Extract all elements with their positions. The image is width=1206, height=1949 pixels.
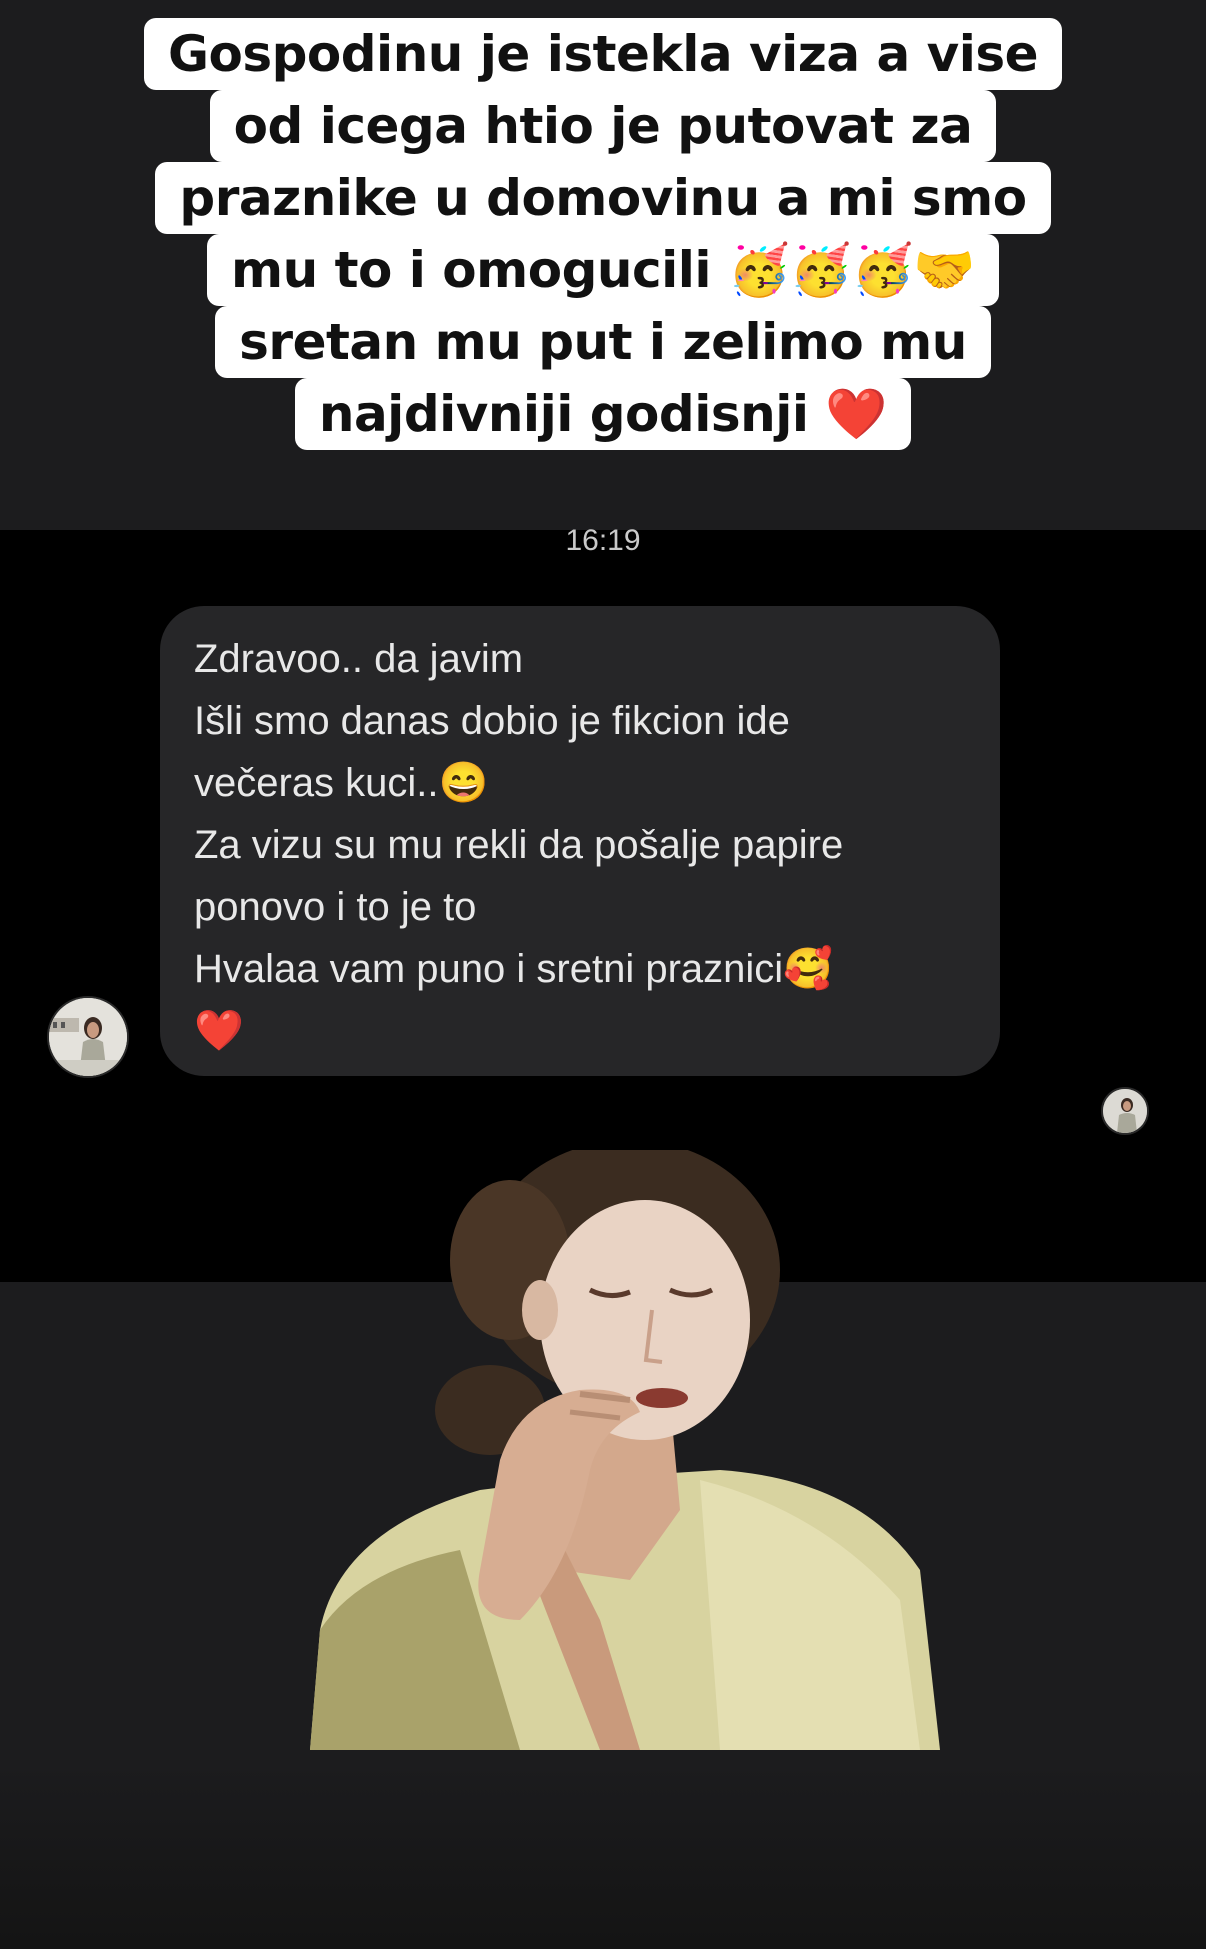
avatar-photo-icon bbox=[49, 998, 127, 1076]
partying-face-icon: 🥳 bbox=[727, 241, 790, 299]
heart-icon: ❤️ bbox=[825, 385, 888, 443]
heart-icon: ❤️ bbox=[194, 1009, 244, 1053]
caption-line-6-text: najdivniji godisnji bbox=[318, 385, 809, 443]
message-line-1: Zdravoo.. da javim bbox=[194, 637, 524, 681]
message-line-6-text: Hvalaa vam puno i sretni praznici bbox=[194, 947, 784, 991]
message-timestamp: 16:19 bbox=[565, 524, 641, 557]
story-background-fade bbox=[0, 1760, 1206, 1949]
caption-line-3: praznike u domovinu a mi smo bbox=[155, 162, 1051, 234]
caption-line-4: mu to i omogucili 🥳🥳🥳🤝 bbox=[206, 234, 1000, 306]
message-line-5: ponovo i to je to bbox=[194, 885, 477, 929]
caption-line-5: sretan mu put i zelimo mu bbox=[215, 306, 991, 378]
partying-face-icon: 🥳 bbox=[851, 241, 914, 299]
seen-avatar bbox=[1101, 1087, 1149, 1135]
caption-line-1: Gospodinu je istekla viza a vise bbox=[143, 18, 1063, 90]
caption-line-4-text: mu to i omogucili bbox=[230, 241, 712, 299]
message-line-4: Za vizu su mu rekli da pošalje papire bbox=[194, 823, 844, 867]
caption-line-6: najdivniji godisnji ❤️ bbox=[294, 378, 912, 450]
partying-face-icon: 🥳 bbox=[789, 241, 852, 299]
message-line-3: večeras kuci..😄 bbox=[194, 752, 970, 814]
seen-avatar-photo-icon bbox=[1103, 1089, 1147, 1133]
incoming-message-bubble[interactable]: Zdravoo.. da javim Išli smo danas dobio … bbox=[160, 606, 1000, 1076]
message-line-6: Hvalaa vam puno i sretni praznici🥰 bbox=[194, 938, 970, 1000]
sender-avatar[interactable] bbox=[47, 996, 129, 1078]
gif-sticker[interactable] bbox=[300, 1140, 950, 1755]
woman-makeup-sticker-icon bbox=[310, 1140, 940, 1750]
message-line-2: Išli smo danas dobio je fikcion ide bbox=[194, 699, 790, 743]
message-line-3-text: večeras kuci.. bbox=[194, 761, 439, 805]
caption-line-2: od icega htio je putovat za bbox=[209, 90, 997, 162]
story-caption: Gospodinu je istekla viza a vise od iceg… bbox=[0, 18, 1206, 450]
grinning-face-icon: 😄 bbox=[438, 761, 489, 805]
smiling-face-with-hearts-icon: 🥰 bbox=[783, 947, 833, 991]
handshake-icon: 🤝 bbox=[913, 241, 976, 299]
